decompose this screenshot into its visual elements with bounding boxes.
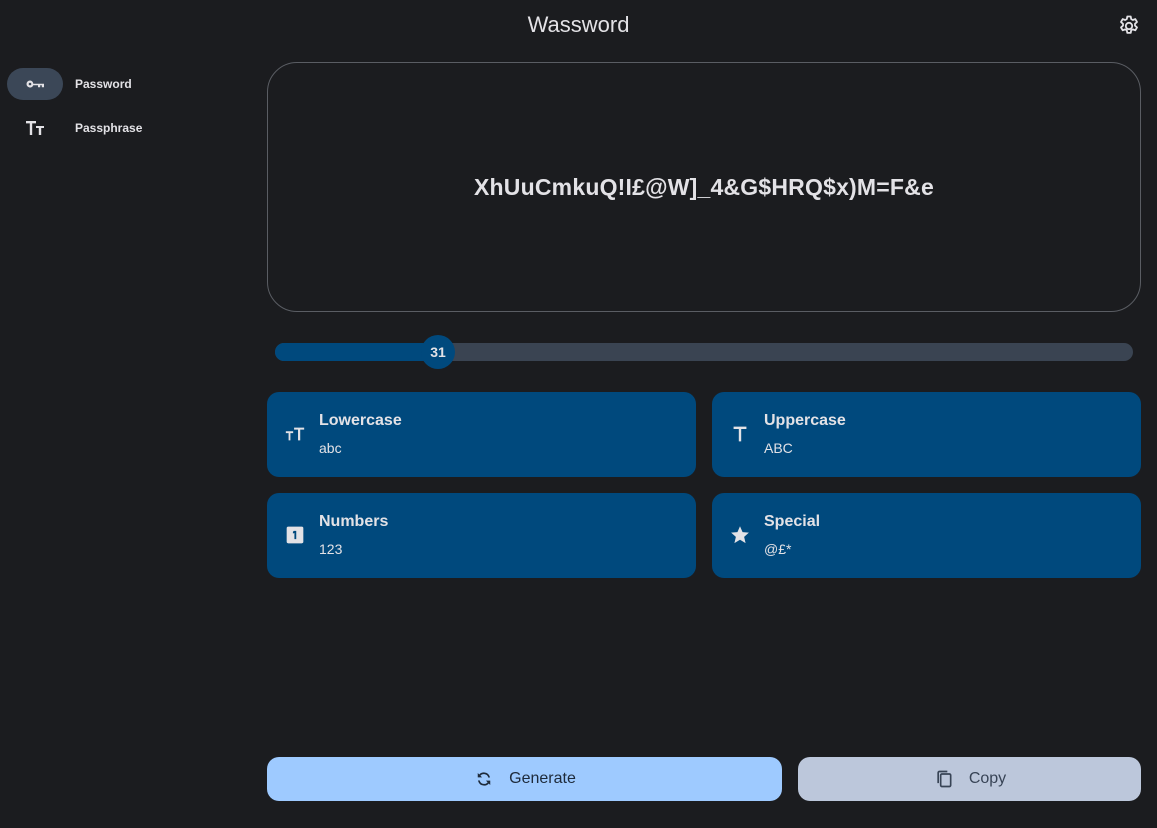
option-subtitle: @£*: [764, 541, 792, 557]
option-subtitle: 123: [319, 541, 343, 557]
option-title: Numbers: [319, 513, 389, 530]
lowercase-icon: [283, 422, 307, 446]
copy-label: Copy: [968, 770, 1007, 787]
option-title: Special: [764, 513, 821, 530]
gear-icon: [1120, 15, 1138, 34]
copy-button[interactable]: Copy: [798, 757, 1141, 801]
option-lowercase[interactable]: Lowercase abc: [267, 392, 696, 477]
option-numbers[interactable]: Numbers 123: [267, 493, 696, 578]
uppercase-icon: [728, 422, 752, 446]
option-special[interactable]: Special @£*: [712, 493, 1141, 578]
password-display-card: XhUuCmkuQ!I£@W]_4&G$HRQ$x)M=F&e: [267, 62, 1141, 312]
refresh-icon: [473, 768, 495, 790]
slider-fill: [275, 343, 438, 361]
nav-item-password[interactable]: Password: [7, 68, 207, 100]
nav-label: Password: [75, 77, 132, 91]
nav-label: Passphrase: [75, 121, 143, 135]
length-value: 31: [430, 344, 446, 360]
generated-password: XhUuCmkuQ!I£@W]_4&G$HRQ$x)M=F&e: [474, 173, 934, 200]
nav-item-passphrase[interactable]: Passphrase: [7, 112, 207, 144]
generate-button[interactable]: Generate: [267, 757, 782, 801]
key-icon: [26, 80, 44, 88]
generate-label: Generate: [509, 770, 576, 787]
app-window: Wassword Password Passphrase XhUuCmkuQ!I…: [0, 0, 1157, 828]
option-subtitle: ABC: [764, 440, 793, 456]
option-title: Uppercase: [764, 412, 846, 429]
side-navigation: Password Passphrase: [7, 68, 207, 156]
slider-thumb[interactable]: 31: [421, 335, 455, 369]
star-icon: [728, 523, 752, 547]
numbers-icon: [283, 523, 307, 547]
app-title: Wassword: [527, 12, 630, 37]
copy-icon: [933, 768, 955, 790]
text-size-icon: [26, 121, 44, 135]
length-slider[interactable]: 31: [275, 335, 1133, 369]
option-title: Lowercase: [319, 412, 402, 429]
settings-button[interactable]: [1113, 10, 1145, 42]
nav-pill: [7, 112, 63, 144]
nav-pill: [7, 68, 63, 100]
option-subtitle: abc: [319, 440, 342, 456]
option-uppercase[interactable]: Uppercase ABC: [712, 392, 1141, 477]
